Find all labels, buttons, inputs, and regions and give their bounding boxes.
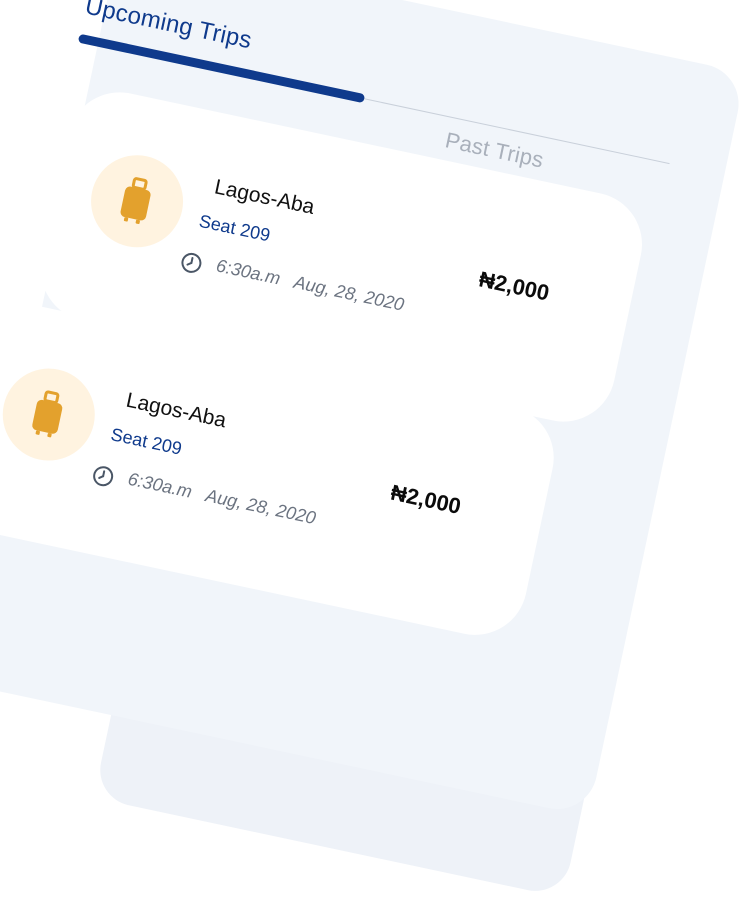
luggage-icon bbox=[32, 390, 63, 438]
clock-icon bbox=[93, 466, 114, 487]
trip-time: 6:30a.m bbox=[126, 468, 194, 502]
trip-date: Aug, 28, 2020 bbox=[292, 271, 406, 315]
trip-seat: Seat 209 bbox=[197, 210, 272, 246]
trip-route: Lagos-Aba bbox=[212, 175, 317, 219]
trip-datetime: 6:30a.m Aug, 28, 2020 bbox=[126, 468, 318, 529]
clock-icon bbox=[181, 252, 202, 273]
trip-date: Aug, 28, 2020 bbox=[203, 485, 318, 529]
trip-seat: Seat 209 bbox=[109, 424, 184, 459]
trip-route: Lagos-Aba bbox=[124, 388, 229, 433]
trip-datetime: 6:30a.m Aug, 28, 2020 bbox=[214, 255, 406, 315]
trips-screen: Upcoming Trips Past Trips Lagos-Aba Seat… bbox=[0, 0, 747, 817]
trip-price: ₦2,000 bbox=[476, 266, 552, 306]
trip-price: ₦2,000 bbox=[388, 479, 464, 519]
luggage-icon bbox=[120, 177, 151, 225]
trip-time: 6:30a.m bbox=[214, 255, 283, 289]
trip-icon-circle bbox=[82, 146, 192, 256]
trip-icon-circle bbox=[0, 360, 104, 470]
